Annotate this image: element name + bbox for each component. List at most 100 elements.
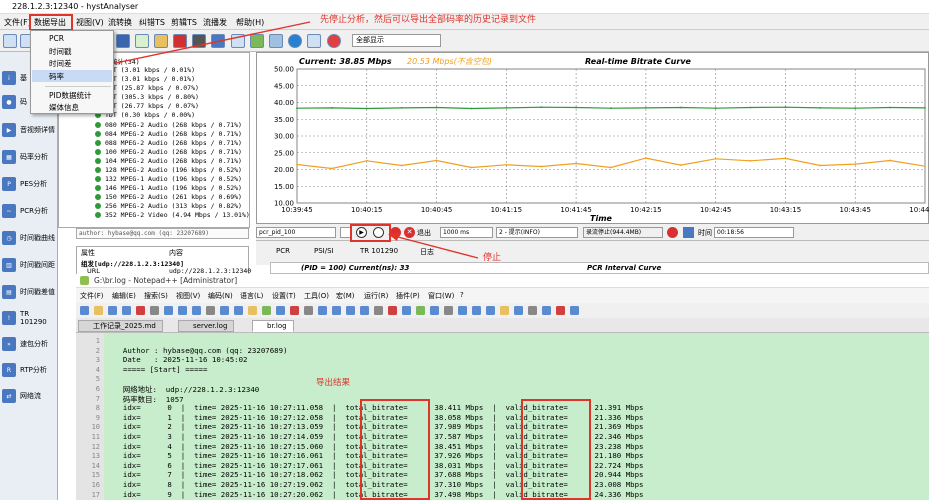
menu-file[interactable]: 文件(F) xyxy=(4,17,31,28)
npp-menu-view[interactable]: 视图(V) xyxy=(176,291,200,301)
npp-tab-server-log[interactable]: server.log xyxy=(178,320,235,332)
npp-toolbar-icon[interactable] xyxy=(458,306,467,315)
tab-tr101290[interactable]: TR 101290 xyxy=(360,247,398,255)
sidebar-item-timestamp-curve[interactable]: ◷ 时间戳曲线 xyxy=(0,226,58,250)
tree-row[interactable]: 132 MPEG-1 Audio (196 kbps / 0.52%) xyxy=(105,175,242,183)
npp-menu-file[interactable]: 文件(F) xyxy=(80,291,104,301)
sidebar-item-tr101290[interactable]: ! TR 101290 xyxy=(0,306,58,330)
pes-icon[interactable] xyxy=(116,34,130,48)
menu-item-time-diff[interactable]: 时间差 xyxy=(49,58,72,69)
npp-menu-run[interactable]: 运行(R) xyxy=(364,291,388,301)
folder-icon[interactable] xyxy=(154,34,168,48)
close-icon[interactable] xyxy=(327,34,341,48)
npp-menu-search[interactable]: 搜索(S) xyxy=(144,291,168,301)
tree-row[interactable]: 080 MPEG-2 Audio (268 kbps / 0.71%) xyxy=(105,121,242,129)
tree-row[interactable]: 146 MPEG-1 Audio (196 kbps / 0.52%) xyxy=(105,184,242,192)
npp-toolbar-icon[interactable] xyxy=(318,306,327,315)
grid-icon[interactable] xyxy=(231,34,245,48)
npp-toolbar-icon[interactable] xyxy=(276,306,285,315)
menu-cut-ts[interactable]: 剪辑TS xyxy=(171,17,197,28)
menu-item-bitrate[interactable]: 码率 xyxy=(49,71,64,82)
notes-icon[interactable] xyxy=(307,34,321,48)
npp-menu-settings[interactable]: 设置(T) xyxy=(272,291,296,301)
tree-row[interactable]: 104 MPEG-2 Audio (268 kbps / 0.71%) xyxy=(105,157,242,165)
tree-row[interactable]: 150 MPEG-2 Audio (261 kbps / 0.69%) xyxy=(105,193,242,201)
npp-toolbar-icon[interactable] xyxy=(290,306,299,315)
menu-stream-broadcast[interactable]: 流播发 xyxy=(203,17,227,28)
tree-row[interactable]: TDT (0.30 kbps / 0.00%) xyxy=(105,111,195,119)
npp-menu-edit[interactable]: 编辑(E) xyxy=(112,291,136,301)
npp-toolbar-icon[interactable] xyxy=(80,306,89,315)
menu-fix-ts[interactable]: 纠错TS xyxy=(139,17,165,28)
npp-toolbar-icon[interactable] xyxy=(388,306,397,315)
sidebar-item-network-stream[interactable]: ⇄ 网络流 xyxy=(0,384,58,408)
npp-menu-window[interactable]: 窗口(W) xyxy=(428,291,454,301)
menu-item-media-info[interactable]: 媒体信息 xyxy=(49,102,79,113)
npp-toolbar-icon[interactable] xyxy=(262,306,271,315)
npp-menu-help[interactable]: ? xyxy=(460,291,464,299)
npp-menu-encoding[interactable]: 编码(N) xyxy=(208,291,233,301)
npp-menu-macro[interactable]: 宏(M) xyxy=(336,291,355,301)
npp-menu-plugins[interactable]: 插件(P) xyxy=(396,291,420,301)
monitor-icon[interactable] xyxy=(192,34,206,48)
tree-row[interactable]: 088 MPEG-2 Audio (268 kbps / 0.71%) xyxy=(105,139,242,147)
record-stop-icon[interactable] xyxy=(390,227,401,238)
tree-row[interactable]: EIT (26.77 kbps / 0.07%) xyxy=(105,102,199,110)
npp-toolbar-icon[interactable] xyxy=(220,306,229,315)
npp-tab-br-log[interactable]: br.log xyxy=(252,320,294,332)
tab-log[interactable]: 日志 xyxy=(420,247,434,257)
tab-pcr[interactable]: PCR xyxy=(276,247,290,255)
tree-row[interactable]: CAT (3.01 kbps / 0.01%) xyxy=(105,66,195,74)
notepad-editor[interactable]: Author : hybase@qq.com (qq: 23207689) Da… xyxy=(104,333,929,500)
sidebar-item-rtp[interactable]: R RTP分析 xyxy=(0,358,58,382)
menu-item-pcr[interactable]: PCR xyxy=(49,34,64,43)
npp-toolbar-icon[interactable] xyxy=(136,306,145,315)
npp-toolbar-icon[interactable] xyxy=(192,306,201,315)
sidebar-item-pes[interactable]: P PES分析 xyxy=(0,172,58,196)
menu-view[interactable]: 视图(V) xyxy=(76,17,104,28)
npp-toolbar-icon[interactable] xyxy=(556,306,565,315)
npp-menu-tools[interactable]: 工具(O) xyxy=(304,291,329,301)
npp-toolbar-icon[interactable] xyxy=(248,306,257,315)
tree-row[interactable]: SDT (305.3 kbps / 0.80%) xyxy=(105,93,199,101)
npp-tab-worklog[interactable]: 工作记录_2025.md xyxy=(78,320,163,332)
bar-chart-icon[interactable] xyxy=(173,34,187,48)
sidebar-item-packet-speed[interactable]: » 速包分析 xyxy=(0,332,58,356)
help-icon[interactable] xyxy=(288,34,302,48)
npp-toolbar-icon[interactable] xyxy=(374,306,383,315)
menu-stream-convert[interactable]: 流转换 xyxy=(108,17,132,28)
menu-item-timestamp[interactable]: 时间戳 xyxy=(49,46,72,57)
tab-psi-si[interactable]: PSI/SI xyxy=(314,247,334,255)
sidebar-item-bitrate[interactable]: ▦ 码率分析 xyxy=(0,145,58,169)
npp-toolbar-icon[interactable] xyxy=(528,306,537,315)
tree-row[interactable]: 100 MPEG-2 Audio (268 kbps / 0.71%) xyxy=(105,148,242,156)
pcr-icon[interactable] xyxy=(135,34,149,48)
npp-toolbar-icon[interactable] xyxy=(234,306,243,315)
tree-row[interactable]: CAT (3.01 kbps / 0.01%) xyxy=(105,75,195,83)
pid-select[interactable]: pcr_pid_100 xyxy=(256,227,336,238)
tree-row[interactable]: 352 MPEG-2 Video (4.94 Mbps / 13.01%) xyxy=(105,211,249,219)
npp-toolbar-icon[interactable] xyxy=(444,306,453,315)
npp-toolbar-icon[interactable] xyxy=(94,306,103,315)
exit-icon[interactable]: ✕ xyxy=(404,227,415,238)
npp-toolbar-icon[interactable] xyxy=(416,306,425,315)
log-level-select[interactable]: 2 - 提示(INFO) xyxy=(496,227,578,238)
record-icon[interactable] xyxy=(667,227,678,238)
open-icon[interactable] xyxy=(3,34,17,48)
tree-row[interactable]: 084 MPEG-2 Audio (268 kbps / 0.71%) xyxy=(105,130,242,138)
exit-label[interactable]: 退出 xyxy=(417,228,431,238)
npp-toolbar-icon[interactable] xyxy=(178,306,187,315)
npp-menu-language[interactable]: 语言(L) xyxy=(240,291,263,301)
buffer-select[interactable]: 1000 ms xyxy=(440,227,493,238)
npp-toolbar-icon[interactable] xyxy=(164,306,173,315)
tree-row[interactable]: 256 MPEG-2 Audio (313 kbps / 0.82%) xyxy=(105,202,242,210)
npp-toolbar-icon[interactable] xyxy=(150,306,159,315)
display-filter-select[interactable]: 全部显示 xyxy=(352,34,441,47)
sidebar-item-timestamp-diff[interactable]: ▤ 时间戳差值 xyxy=(0,280,58,304)
npp-toolbar-icon[interactable] xyxy=(122,306,131,315)
npp-toolbar-icon[interactable] xyxy=(206,306,215,315)
npp-toolbar-icon[interactable] xyxy=(360,306,369,315)
npp-toolbar-icon[interactable] xyxy=(514,306,523,315)
npp-toolbar-icon[interactable] xyxy=(542,306,551,315)
sidebar-item-av-details[interactable]: ▶ 音视频详情 xyxy=(0,118,58,142)
